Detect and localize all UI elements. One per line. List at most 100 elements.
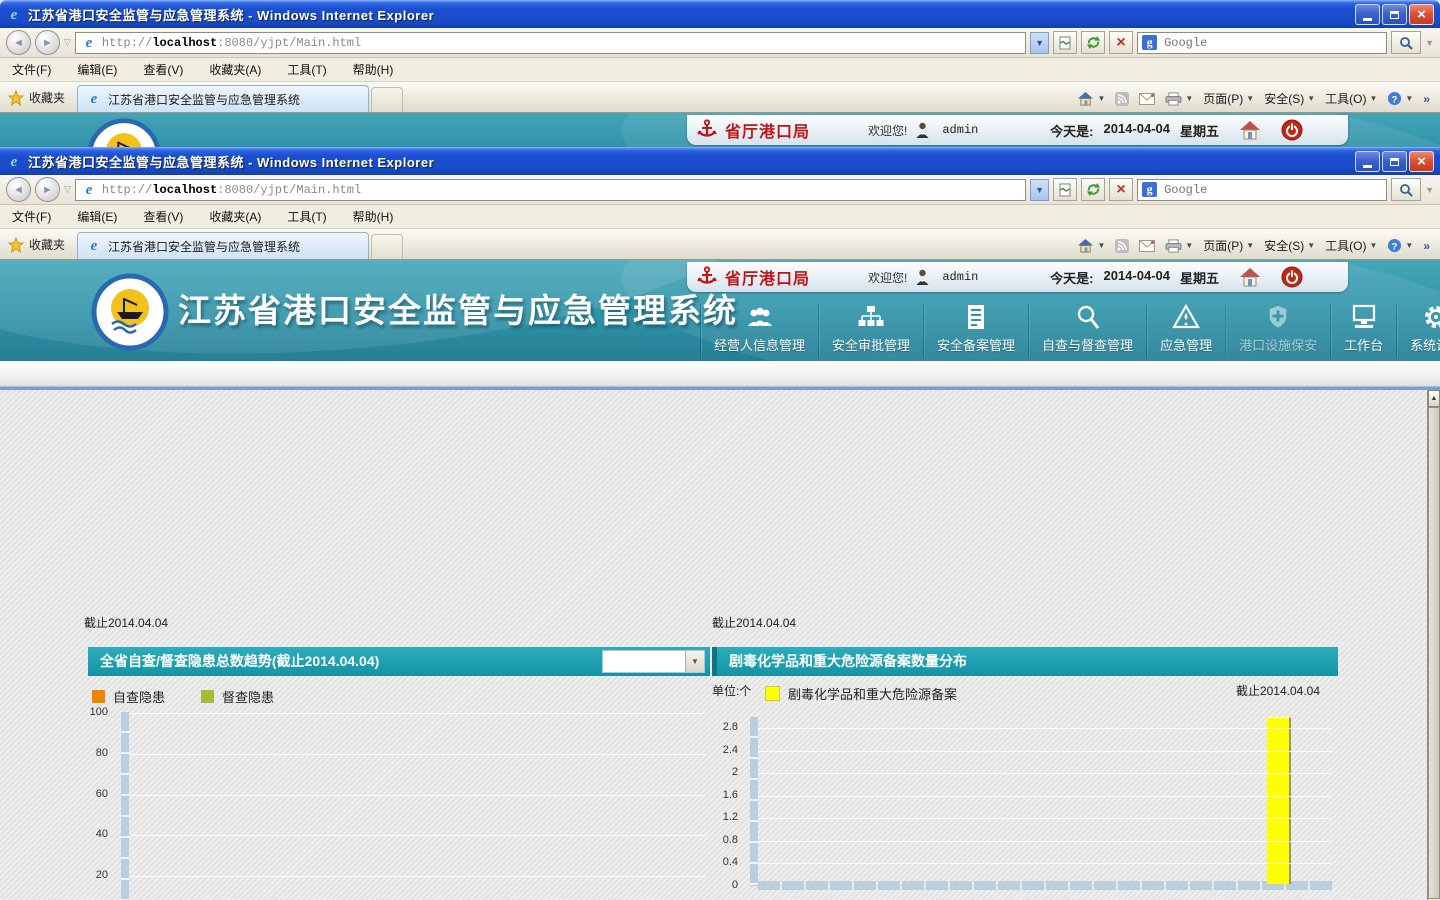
- forward-icon[interactable]: ►: [35, 177, 60, 202]
- feeds-button[interactable]: [1115, 239, 1129, 253]
- power-icon[interactable]: [1281, 266, 1303, 288]
- nav-self-inspection[interactable]: 自查与督查管理: [1028, 304, 1146, 358]
- y-tick-label: 2.8: [703, 721, 738, 733]
- nav-safety-approval[interactable]: 安全审批管理: [818, 304, 923, 358]
- tools-menu[interactable]: 工具(O)▼: [1325, 90, 1377, 107]
- read-mail-button[interactable]: [1139, 93, 1155, 105]
- nav-operator-info[interactable]: 经营人信息管理: [700, 304, 818, 358]
- house-icon[interactable]: [1239, 120, 1261, 140]
- nav-emergency[interactable]: 应急管理: [1146, 304, 1225, 358]
- help-button[interactable]: ? ▼: [1387, 91, 1413, 106]
- safety-menu[interactable]: 安全(S)▼: [1264, 237, 1315, 254]
- history-dropdown-icon[interactable]: ▽: [64, 37, 71, 48]
- print-button[interactable]: ▼: [1165, 239, 1193, 253]
- scroll-up-icon[interactable]: ▲: [1428, 390, 1440, 407]
- star-icon: [8, 237, 24, 253]
- search-input[interactable]: [1162, 35, 1382, 51]
- chevron-down-icon[interactable]: ▼: [685, 651, 704, 672]
- new-tab-button[interactable]: [371, 234, 403, 259]
- menu-edit[interactable]: 编辑(E): [77, 61, 117, 78]
- vertical-scrollbar[interactable]: ▲: [1427, 390, 1440, 900]
- back-icon[interactable]: ◄: [6, 177, 31, 202]
- page-menu[interactable]: 页面(P)▼: [1203, 90, 1254, 107]
- titlebar[interactable]: e 江苏省港口安全监管与应急管理系统 - Windows Internet Ex…: [0, 147, 1440, 175]
- power-icon[interactable]: [1281, 119, 1303, 141]
- home-button[interactable]: ▼: [1077, 91, 1105, 106]
- browser-tab[interactable]: e 江苏省港口安全监管与应急管理系统: [77, 232, 369, 259]
- search-box[interactable]: g: [1137, 32, 1387, 54]
- search-icon[interactable]: [1391, 31, 1421, 54]
- safety-menu[interactable]: 安全(S)▼: [1264, 90, 1315, 107]
- address-bar: ◄ ► ▽ e http://localhost:8080/yjpt/Main.…: [0, 175, 1440, 205]
- menu-file[interactable]: 文件(F): [12, 208, 51, 225]
- search-input[interactable]: [1162, 182, 1382, 198]
- today-label: 今天是:: [1050, 121, 1093, 140]
- stop-icon[interactable]: ×: [1109, 31, 1133, 54]
- refresh-icon[interactable]: [1081, 178, 1105, 201]
- menu-file[interactable]: 文件(F): [12, 61, 51, 78]
- search-dropdown-icon[interactable]: ▼: [1425, 38, 1434, 48]
- menu-favorites[interactable]: 收藏夹(A): [209, 208, 261, 225]
- as-of-label: 截止2014.04.04: [712, 614, 796, 631]
- gridline: [130, 795, 706, 796]
- restore-button[interactable]: [1382, 151, 1407, 172]
- read-mail-button[interactable]: [1139, 240, 1155, 252]
- overflow-chevron-icon[interactable]: »: [1423, 239, 1430, 253]
- overflow-chevron-icon[interactable]: »: [1423, 92, 1430, 106]
- nav-workbench[interactable]: 工作台: [1330, 304, 1396, 358]
- menu-tools[interactable]: 工具(T): [287, 61, 326, 78]
- browser-tab[interactable]: e 江苏省港口安全监管与应急管理系统: [77, 85, 369, 112]
- minimize-button[interactable]: [1355, 151, 1380, 172]
- address-dropdown-icon[interactable]: ▼: [1030, 32, 1049, 54]
- close-button[interactable]: ×: [1409, 151, 1434, 172]
- home-button[interactable]: ▼: [1077, 238, 1105, 253]
- address-input[interactable]: e http://localhost:8080/yjpt/Main.html: [75, 32, 1026, 54]
- menu-view[interactable]: 查看(V): [143, 61, 183, 78]
- y-tick-label: 0.8: [703, 834, 738, 846]
- nav-system-settings[interactable]: 系统设置: [1396, 304, 1440, 358]
- compatibility-view-icon[interactable]: [1053, 178, 1077, 201]
- page-menu[interactable]: 页面(P)▼: [1203, 237, 1254, 254]
- tab-ie-icon: e: [86, 91, 102, 107]
- menu-tools[interactable]: 工具(T): [287, 208, 326, 225]
- search-box[interactable]: g: [1137, 179, 1387, 201]
- print-button[interactable]: ▼: [1165, 92, 1193, 106]
- feeds-button[interactable]: [1115, 92, 1129, 106]
- menu-help[interactable]: 帮助(H): [353, 208, 394, 225]
- nav-port-security[interactable]: 港口设施保安: [1225, 304, 1330, 358]
- left-chart-legend: 自查隐患 督查隐患: [92, 687, 274, 706]
- refresh-icon[interactable]: [1081, 31, 1105, 54]
- tools-menu[interactable]: 工具(O)▼: [1325, 237, 1377, 254]
- scrollbar-thumb[interactable]: [1428, 407, 1440, 899]
- menu-edit[interactable]: 编辑(E): [77, 208, 117, 225]
- forward-icon[interactable]: ►: [35, 30, 60, 55]
- house-icon[interactable]: [1239, 267, 1261, 287]
- region-dropdown[interactable]: ▼: [602, 650, 705, 673]
- minimize-button[interactable]: [1355, 4, 1380, 25]
- nav-safety-filing[interactable]: 安全备案管理: [923, 304, 1028, 358]
- window-title: 江苏省港口安全监管与应急管理系统 - Windows Internet Expl…: [28, 5, 1349, 24]
- favorites-button[interactable]: 收藏夹: [4, 89, 73, 112]
- restore-button[interactable]: [1382, 4, 1407, 25]
- titlebar[interactable]: e 江苏省港口安全监管与应急管理系统 - Windows Internet Ex…: [0, 0, 1440, 28]
- region-dropdown-value[interactable]: [603, 651, 685, 672]
- address-dropdown-icon[interactable]: ▼: [1030, 179, 1049, 201]
- menu-view[interactable]: 查看(V): [143, 208, 183, 225]
- search-dropdown-icon[interactable]: ▼: [1425, 185, 1434, 195]
- help-button[interactable]: ? ▼: [1387, 238, 1413, 253]
- as-of-inner-label: 截止2014.04.04: [1225, 682, 1320, 699]
- menu-favorites[interactable]: 收藏夹(A): [209, 61, 261, 78]
- bureau-name: 省厅港口局: [725, 265, 810, 289]
- history-dropdown-icon[interactable]: ▽: [64, 184, 71, 195]
- back-icon[interactable]: ◄: [6, 30, 31, 55]
- menu-help[interactable]: 帮助(H): [353, 61, 394, 78]
- address-input[interactable]: e http://localhost:8080/yjpt/Main.html: [75, 179, 1026, 201]
- compatibility-view-icon[interactable]: [1053, 31, 1077, 54]
- close-button[interactable]: ×: [1409, 4, 1434, 25]
- favorites-button[interactable]: 收藏夹: [4, 236, 73, 259]
- y-tick-label: 1.2: [703, 811, 738, 823]
- stop-icon[interactable]: ×: [1109, 178, 1133, 201]
- search-icon[interactable]: [1391, 178, 1421, 201]
- new-tab-button[interactable]: [371, 87, 403, 112]
- legend-swatch-supervise: [201, 690, 214, 703]
